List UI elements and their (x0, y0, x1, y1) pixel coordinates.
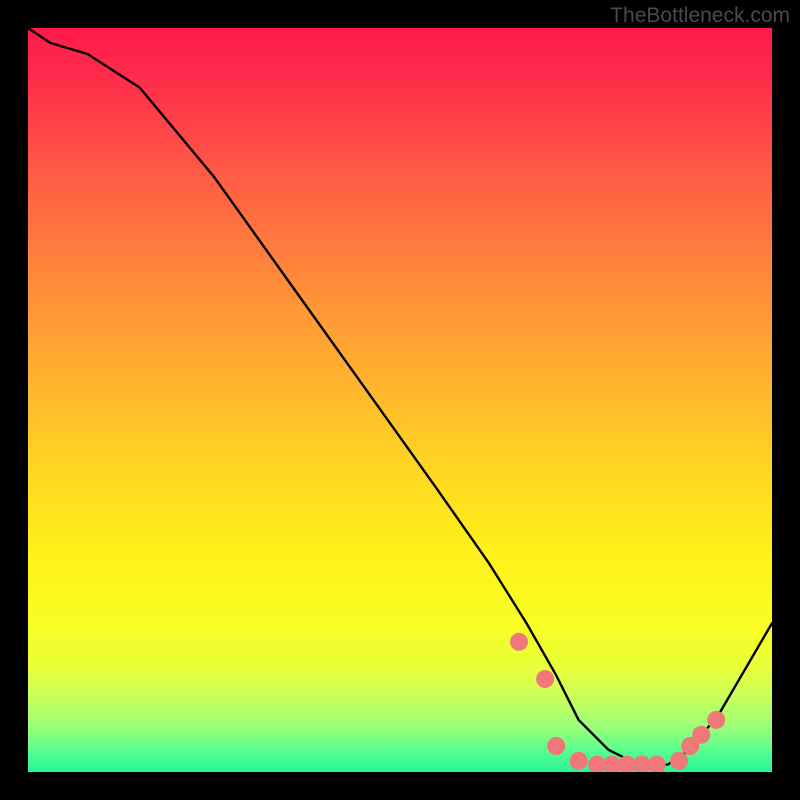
marker-dot (588, 756, 606, 772)
marker-dot (633, 756, 651, 772)
curve-svg (28, 28, 772, 772)
chart-container: TheBottleneck.com (0, 0, 800, 800)
marker-dot (681, 737, 699, 755)
marker-dot (510, 633, 528, 651)
marker-dot (547, 737, 565, 755)
plot-area (28, 28, 772, 772)
marker-dot (670, 752, 688, 770)
marker-dot (648, 756, 666, 772)
bottleneck-curve (28, 28, 772, 765)
watermark-label: TheBottleneck.com (610, 4, 790, 28)
marker-dot (570, 752, 588, 770)
marker-dot (692, 726, 710, 744)
marker-dot (536, 670, 554, 688)
marker-dot (707, 711, 725, 729)
curve-markers (510, 633, 725, 772)
marker-dot (603, 756, 621, 772)
marker-dot (618, 756, 636, 772)
